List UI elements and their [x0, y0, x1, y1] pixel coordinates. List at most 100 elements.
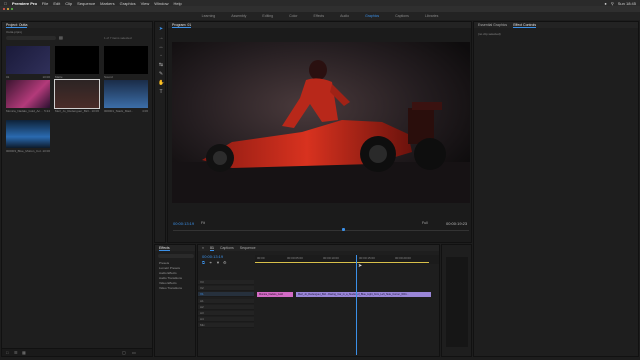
tab-effect-controls[interactable]: Effect Controls [513, 23, 537, 28]
clip-thumbnail[interactable]: 000003_Blue_Motion_Col... 10:00 [6, 120, 50, 153]
workspace-assembly[interactable]: Assembly [223, 12, 254, 20]
timeline-clip[interactable]: Merl_Jo_Redenguer_Bicl...Racing_Car_in_a… [296, 292, 431, 297]
track-header[interactable]: V2 [198, 286, 254, 291]
items-selected-count: 1 of 7 items selected [104, 36, 132, 40]
fit-dropdown[interactable]: Fit [201, 221, 205, 225]
workspace-color[interactable]: Color [281, 12, 305, 20]
effects-panel: Effects Presets Lumetri Presets Audio Ef… [154, 244, 196, 357]
menu-graphics[interactable]: Graphics [120, 1, 136, 6]
menubar-clock[interactable]: Sun 18:45 [618, 1, 636, 6]
search-icon[interactable]: ⚲ [611, 1, 614, 6]
program-timecode[interactable]: 00:00:13:19 [173, 221, 194, 226]
close-sequence-icon[interactable]: × [202, 246, 204, 250]
track-header[interactable]: V1 [198, 292, 254, 297]
program-tab[interactable]: Program: 01 [172, 23, 192, 28]
tab-captions[interactable]: Captions [220, 246, 234, 250]
project-tab[interactable]: Project: Outta [6, 23, 28, 28]
type-icon[interactable]: T [158, 89, 164, 95]
workspace-libraries[interactable]: Libraries [417, 12, 446, 20]
selection-tool-icon[interactable]: ➤ [158, 26, 164, 32]
razor-icon[interactable]: ◦ [158, 53, 164, 59]
track-label: V1 [200, 292, 204, 296]
new-bin-icon[interactable]: ▤ [59, 35, 63, 40]
ruler-label: 00:00:15:00 [359, 256, 375, 260]
track-header[interactable]: A3 [198, 311, 254, 316]
trash-icon[interactable]: ▭ [132, 350, 136, 355]
work-area-bar[interactable] [255, 262, 429, 263]
timeline-timecode[interactable]: 00:00:13:19 [202, 254, 223, 259]
new-item-icon[interactable]: ▢ [122, 350, 126, 355]
clip-thumbnail-selected[interactable]: Merl_Jo_Redenguer_Bicl... 10:06 [54, 79, 100, 113]
list-view-icon[interactable]: ☰ [14, 350, 18, 355]
timeline-clip[interactable]: Monica_Nadalo_Gold [257, 292, 293, 297]
menu-file[interactable]: File [42, 1, 48, 6]
time-ruler[interactable]: 00:00 00:00:05:00 00:00:10:00 00:00:15:0… [255, 255, 439, 264]
folder-video-transitions[interactable]: Video Transitions [159, 286, 182, 291]
video-frame[interactable] [172, 42, 470, 203]
menu-markers[interactable]: Markers [100, 1, 114, 6]
clip-duration: 10:06 [91, 109, 99, 113]
clip-duration: 5:24 [44, 109, 50, 113]
minimize-window-button[interactable] [7, 8, 9, 10]
project-panel-header: Project: Outta [2, 22, 152, 28]
workspace-effects[interactable]: Effects [306, 12, 333, 20]
effect-controls-panel: Essential Graphics Effect Controls (no c… [473, 21, 639, 357]
menu-help[interactable]: Help [173, 1, 181, 6]
workspace-captions[interactable]: Captions [387, 12, 417, 20]
menu-view[interactable]: View [141, 1, 150, 6]
tools-panel: ➤ → ↔ ◦ ↹ ✎ ✋ T [154, 21, 166, 243]
track-header[interactable]: A2 [198, 305, 254, 310]
project-search-input[interactable] [6, 36, 56, 40]
effects-search-input[interactable] [158, 254, 194, 258]
playhead-marker[interactable] [342, 228, 345, 231]
program-monitor-header: Program: 01 [168, 22, 471, 28]
clip-name: 000003_Blue_Motion_Col... [6, 149, 44, 153]
menu-window[interactable]: Window [154, 1, 168, 6]
workspace-audio[interactable]: Audio [332, 12, 357, 20]
tab-sequence[interactable]: Sequence [240, 246, 256, 250]
add-marker-icon[interactable]: ▼ [216, 260, 220, 265]
timeline-playhead[interactable] [356, 255, 357, 355]
tab-sequence-01[interactable]: 01 [210, 246, 214, 251]
track-header[interactable]: A4 [198, 317, 254, 322]
menu-sequence[interactable]: Sequence [77, 1, 95, 6]
zoom-window-button[interactable] [11, 8, 13, 10]
track-header[interactable]: Mix [198, 323, 254, 328]
close-window-button[interactable] [3, 8, 5, 10]
menu-clip[interactable]: Clip [65, 1, 72, 6]
workspace-learning[interactable]: Learning [194, 12, 224, 20]
track-select-icon[interactable]: → [158, 35, 164, 41]
audio-meter [446, 257, 468, 347]
audio-meters-panel [441, 244, 472, 357]
clip-thumbnail[interactable]: Matte [55, 46, 99, 79]
clip-thumbnail[interactable]: Monica_Nadalo_Gold_Ac... 5:24 [6, 80, 50, 113]
clip-thumbnail[interactable]: 01 10:00 [6, 46, 50, 79]
effects-tab[interactable]: Effects [159, 246, 170, 251]
track-header[interactable]: A1 [198, 299, 254, 304]
slip-icon[interactable]: ↹ [158, 62, 164, 68]
ripple-edit-icon[interactable]: ↔ [158, 44, 164, 50]
hand-icon[interactable]: ✋ [158, 80, 164, 86]
track-header[interactable]: V3 [198, 280, 254, 285]
snap-icon[interactable]: ⧉ [202, 260, 205, 265]
icon-view-icon[interactable]: ▦ [22, 350, 26, 355]
wifi-icon[interactable]: ● [604, 1, 606, 6]
apple-icon[interactable]:  [4, 1, 7, 6]
pen-icon[interactable]: ✎ [158, 71, 164, 77]
app-menu[interactable]: Premiere Pro [12, 1, 37, 6]
clip-thumbnail[interactable]: 000001_Stack_Mad... 4:06 [104, 80, 148, 113]
workspace-editing[interactable]: Editing [254, 12, 281, 20]
track-label: A3 [200, 311, 204, 315]
track-label: V2 [200, 286, 204, 290]
timeline-settings-icon[interactable]: ⚙ [223, 260, 227, 265]
ruler-label: 00:00:20:00 [395, 256, 411, 260]
lock-icon[interactable]: □ [6, 350, 8, 355]
program-monitor: Program: 01 00:00:13:19 Fit Full 00:00:1… [167, 21, 472, 262]
quality-dropdown[interactable]: Full [422, 221, 428, 225]
linked-selection-icon[interactable]: ⚭ [209, 260, 212, 265]
workspace-graphics[interactable]: Graphics [357, 12, 387, 20]
tab-essential-graphics[interactable]: Essential Graphics [478, 23, 507, 27]
clip-thumbnail[interactable]: Sound [104, 46, 148, 79]
program-scrub-bar[interactable] [173, 230, 469, 231]
menu-edit[interactable]: Edit [53, 1, 60, 6]
